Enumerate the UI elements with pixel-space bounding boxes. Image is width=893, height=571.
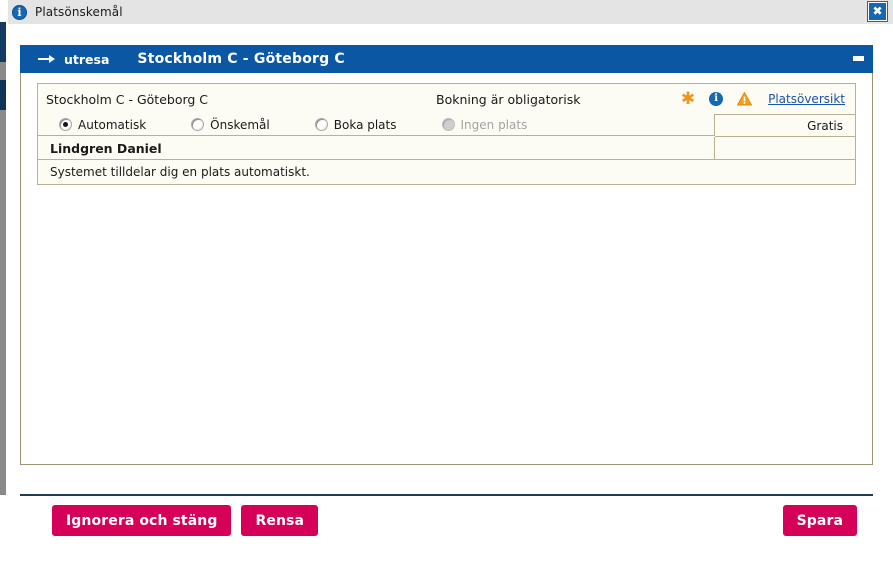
seat-option-group: Automatisk Önskemål Boka plats Ingen pla… (38, 114, 715, 136)
warning-triangle-icon[interactable] (737, 92, 753, 106)
background-block (0, 80, 6, 110)
leg-route-label: Stockholm C - Göteborg C (137, 51, 345, 67)
radio-option-automatisk[interactable]: Automatisk (60, 118, 146, 132)
ignore-and-close-button[interactable]: Ignorera och stäng (52, 505, 232, 536)
radio-option-boka-plats[interactable]: Boka plats (315, 117, 397, 132)
booking-route-label: Stockholm C - Göteborg C (46, 91, 209, 107)
background-page-edge (0, 0, 8, 571)
radio-label: Ingen plats (460, 117, 528, 132)
dialog-titlebar: i Platsönskemål (8, 0, 893, 24)
journey-leg-header: utresa Stockholm C - Göteborg C (20, 45, 873, 73)
radio-indicator[interactable] (60, 119, 71, 130)
info-circle-icon: i (12, 4, 27, 20)
passenger-row: Lindgren Daniel (38, 137, 855, 160)
background-block (0, 110, 6, 495)
passenger-name: Lindgren Daniel (38, 137, 715, 160)
seat-option-row: Automatisk Önskemål Boka plats Ingen pla… (38, 114, 855, 137)
content-panel: Stockholm C - Göteborg C Bokning är obli… (20, 73, 873, 465)
leg-direction-label: utresa (64, 51, 110, 67)
background-block (0, 62, 6, 80)
price-value: Gratis (807, 118, 843, 133)
booking-mandatory-label: Bokning är obligatorisk (436, 91, 581, 107)
assignment-note: Systemet tilldelar dig en plats automati… (38, 160, 855, 184)
seat-overview-link[interactable]: Platsöversikt (768, 92, 845, 106)
asterisk-icon: ✱ (680, 89, 696, 109)
price-cell: Gratis (715, 115, 855, 137)
info-icon[interactable]: i (709, 92, 724, 106)
arrow-right-icon (38, 55, 55, 63)
radio-label: Önskemål (210, 117, 270, 132)
passenger-price-cell (715, 137, 855, 160)
booking-card-header: Stockholm C - Göteborg C Bokning är obli… (38, 84, 855, 114)
radio-option-onskemal[interactable]: Önskemål (192, 118, 270, 132)
dialog-title: Platsönskemål (35, 5, 123, 19)
background-block (0, 22, 6, 62)
radio-label: Boka plats (333, 117, 397, 132)
radio-indicator[interactable] (192, 119, 204, 130)
radio-indicator[interactable] (315, 119, 327, 130)
close-icon[interactable]: ✖ (868, 2, 887, 21)
footer-divider (20, 494, 873, 496)
radio-indicator (442, 119, 454, 130)
radio-label: Automatisk (78, 117, 147, 132)
save-button[interactable]: Spara (782, 505, 857, 536)
clear-button[interactable]: Rensa (241, 505, 318, 536)
seat-booking-card: Stockholm C - Göteborg C Bokning är obli… (37, 83, 856, 185)
dialog-footer: Ignorera och stäng Rensa Spara (20, 505, 873, 545)
radio-option-ingen-plats: Ingen plats (442, 117, 528, 132)
minimize-icon[interactable] (851, 51, 866, 66)
